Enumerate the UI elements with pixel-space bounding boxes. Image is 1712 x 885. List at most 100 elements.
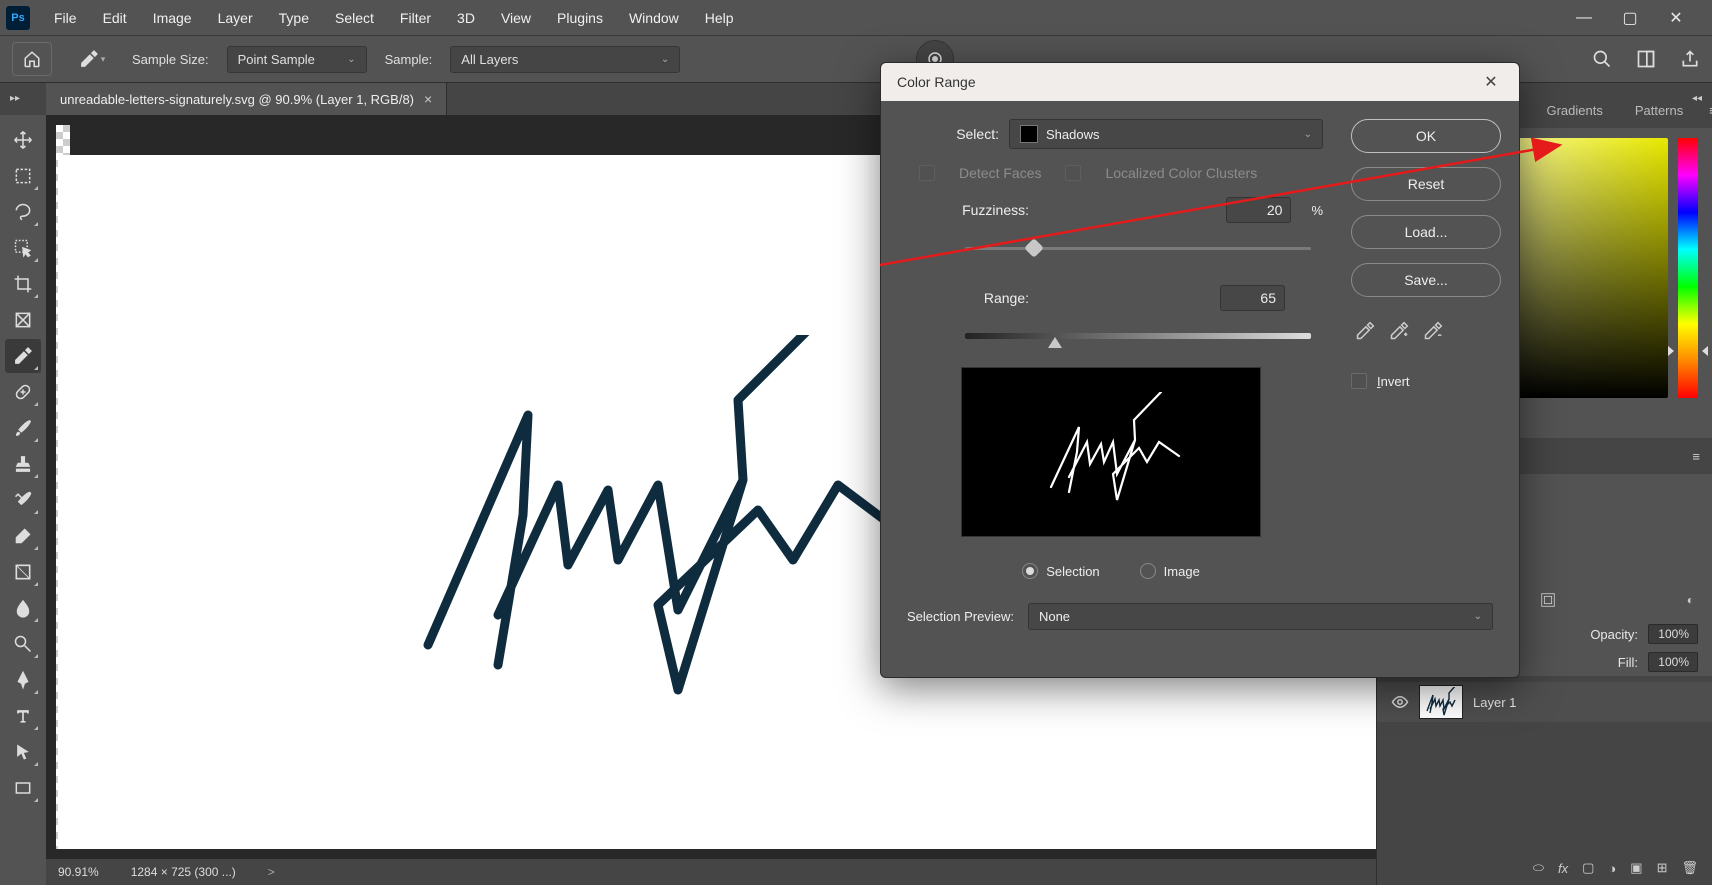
visibility-icon[interactable] <box>1391 693 1409 711</box>
fill-label: Fill: <box>1618 655 1638 670</box>
brush-tool[interactable] <box>5 411 41 445</box>
eyedropper-add-icon[interactable] <box>1389 321 1409 341</box>
link-icon[interactable]: ⬭ <box>1533 860 1544 876</box>
opacity-value[interactable]: 100% <box>1648 624 1698 644</box>
load-button[interactable]: Load... <box>1351 215 1501 249</box>
fuzziness-slider[interactable] <box>965 239 1311 259</box>
save-button[interactable]: Save... <box>1351 263 1501 297</box>
menu-window[interactable]: Window <box>617 4 691 32</box>
radio-image[interactable]: Image <box>1140 563 1200 579</box>
dodge-tool[interactable] <box>5 627 41 661</box>
history-brush-tool[interactable] <box>5 483 41 517</box>
menu-filter[interactable]: Filter <box>388 4 443 32</box>
radio-selection[interactable]: Selection <box>1022 563 1099 579</box>
frame-tool[interactable] <box>5 303 41 337</box>
localized-checkbox <box>1065 165 1081 181</box>
close-window-icon[interactable]: ✕ <box>1666 8 1686 28</box>
pen-tool[interactable] <box>5 663 41 697</box>
stamp-tool[interactable] <box>5 447 41 481</box>
layers-bottom-bar: ⬭ fx ▢ ◑ ▣ ⊞ 🗑 <box>1377 851 1712 885</box>
menu-layer[interactable]: Layer <box>206 4 265 32</box>
menu-view[interactable]: View <box>489 4 543 32</box>
eyedropper-icon[interactable] <box>1355 321 1375 341</box>
range-input[interactable] <box>1220 285 1285 311</box>
selection-preview-dropdown[interactable]: None⌄ <box>1028 603 1493 630</box>
close-tab-icon[interactable]: × <box>424 91 432 107</box>
current-tool-icon[interactable]: ▾ <box>70 42 114 76</box>
range-slider[interactable] <box>965 327 1311 347</box>
path-select-tool[interactable] <box>5 735 41 769</box>
tools-panel <box>0 115 46 885</box>
signature-artwork <box>398 335 918 705</box>
layer-row[interactable]: Layer 1 <box>1377 682 1712 722</box>
sample-select[interactable]: All Layers⌄ <box>450 46 680 73</box>
eyedropper-tool[interactable] <box>5 339 41 373</box>
doc-dimensions: 1284 × 725 (300 ...) <box>131 865 236 879</box>
move-tool[interactable] <box>5 123 41 157</box>
workspace-icon[interactable] <box>1636 49 1656 69</box>
preview-mode-radios: Selection Image <box>899 563 1323 579</box>
fill-value[interactable]: 100% <box>1648 652 1698 672</box>
home-button[interactable] <box>12 42 52 76</box>
menu-plugins[interactable]: Plugins <box>545 4 615 32</box>
menu-help[interactable]: Help <box>693 4 746 32</box>
dialog-titlebar[interactable]: Color Range ✕ <box>881 63 1519 101</box>
group-icon[interactable]: ▣ <box>1630 860 1642 876</box>
layer-name[interactable]: Layer 1 <box>1473 695 1516 710</box>
fx-icon[interactable]: fx <box>1558 861 1568 876</box>
hue-thumb[interactable] <box>1674 346 1702 354</box>
type-tool[interactable] <box>5 699 41 733</box>
gradient-tool[interactable] <box>5 555 41 589</box>
optbar-right-icons <box>1592 49 1700 69</box>
mask-icon[interactable]: ▢ <box>1582 860 1594 876</box>
sample-size-select[interactable]: Point Sample⌄ <box>227 46 367 73</box>
window-controls: — ▢ ✕ <box>1574 8 1706 28</box>
menu-file[interactable]: File <box>42 4 89 32</box>
healing-tool[interactable] <box>5 375 41 409</box>
tab-gradients[interactable]: Gradients <box>1530 95 1618 126</box>
hue-slider[interactable] <box>1678 138 1698 398</box>
menu-type[interactable]: Type <box>267 4 321 32</box>
expand-left-icon[interactable]: ▸▸ <box>10 93 20 104</box>
detect-faces-label: Detect Faces <box>959 165 1041 181</box>
reset-button[interactable]: Reset <box>1351 167 1501 201</box>
filter-smart-icon[interactable] <box>1539 591 1557 609</box>
fuzziness-input[interactable] <box>1226 197 1291 223</box>
menu-edit[interactable]: Edit <box>91 4 139 32</box>
filter-toggle-icon[interactable]: ◐ <box>1687 593 1694 607</box>
tab-patterns[interactable]: Patterns <box>1619 95 1699 126</box>
selection-preview[interactable] <box>961 367 1261 537</box>
rectangle-tool[interactable] <box>5 771 41 805</box>
layer-thumbnail[interactable] <box>1419 685 1463 719</box>
delete-icon[interactable]: 🗑 <box>1681 860 1698 876</box>
invert-label: Invert <box>1377 374 1410 389</box>
marquee-tool[interactable] <box>5 159 41 193</box>
zoom-level[interactable]: 90.91% <box>58 865 99 879</box>
search-icon[interactable] <box>1592 49 1612 69</box>
share-icon[interactable] <box>1680 49 1700 69</box>
detect-faces-checkbox <box>919 165 935 181</box>
select-dropdown[interactable]: Shadows ⌄ <box>1009 119 1323 149</box>
menu-select[interactable]: Select <box>323 4 386 32</box>
close-icon[interactable]: ✕ <box>1479 70 1503 94</box>
invert-checkbox[interactable] <box>1351 373 1367 389</box>
minimize-icon[interactable]: — <box>1574 8 1594 28</box>
opacity-label: Opacity: <box>1590 627 1638 642</box>
quick-select-tool[interactable] <box>5 231 41 265</box>
expand-right-icon[interactable]: ◂◂ <box>1692 93 1702 104</box>
panel-menu-icon[interactable]: ≡ <box>1699 103 1712 118</box>
menu-image[interactable]: Image <box>141 4 204 32</box>
lasso-tool[interactable] <box>5 195 41 229</box>
eraser-tool[interactable] <box>5 519 41 553</box>
menu-3d[interactable]: 3D <box>445 4 487 32</box>
blur-tool[interactable] <box>5 591 41 625</box>
document-tab[interactable]: unreadable-letters-signaturely.svg @ 90.… <box>46 83 447 115</box>
crop-tool[interactable] <box>5 267 41 301</box>
panel-menu-icon[interactable]: ≡ <box>1682 449 1710 464</box>
sample-size-label: Sample Size: <box>132 52 209 67</box>
new-layer-icon[interactable]: ⊞ <box>1657 860 1668 876</box>
maximize-icon[interactable]: ▢ <box>1620 8 1640 28</box>
eyedropper-subtract-icon[interactable] <box>1423 321 1443 341</box>
ok-button[interactable]: OK <box>1351 119 1501 153</box>
adjust-icon[interactable]: ◑ <box>1608 861 1616 876</box>
